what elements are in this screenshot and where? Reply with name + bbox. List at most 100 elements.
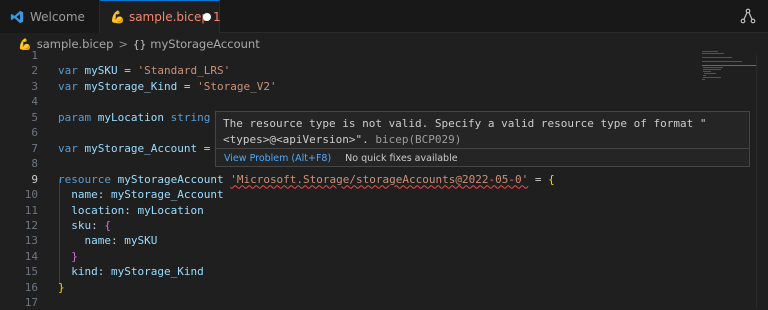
line-code: sku: { bbox=[58, 218, 111, 233]
tab-bar: Welcome 💪 sample.bicep 1 bbox=[0, 0, 768, 33]
line-code: location: myLocation bbox=[58, 203, 203, 218]
code-line[interactable]: 11 location: myLocation bbox=[0, 203, 700, 218]
code-token: name bbox=[84, 234, 112, 248]
minimap-line bbox=[703, 77, 721, 78]
code-line[interactable]: 10 name: myStorage_Account bbox=[0, 187, 700, 202]
tab-sample-bicep[interactable]: 💪 sample.bicep 1 bbox=[100, 0, 221, 33]
code-token: 'Microsoft.Storage/storageAccounts@2022-… bbox=[230, 172, 529, 186]
bicep-file-icon: 💪 bbox=[110, 10, 125, 24]
code-token: : bbox=[124, 203, 138, 217]
line-code: param myLocation string = bbox=[58, 110, 230, 125]
code-token: = bbox=[528, 172, 549, 186]
code-token: : bbox=[111, 234, 125, 248]
code-token: { bbox=[548, 172, 555, 186]
code-token: 'Storage_V2' bbox=[197, 79, 277, 93]
code-line[interactable]: 13 name: mySKU bbox=[0, 233, 700, 248]
minimap-line bbox=[703, 67, 723, 68]
line-number: 12 bbox=[24, 218, 38, 232]
code-token: = bbox=[177, 79, 198, 93]
line-code: } bbox=[58, 249, 78, 264]
code-token: { bbox=[104, 218, 111, 232]
line-number: 15 bbox=[24, 265, 38, 279]
line-code: resource myStorageAccount 'Microsoft.Sto… bbox=[58, 172, 555, 187]
hover-message: The resource type is not valid. Specify … bbox=[223, 116, 743, 148]
code-line[interactable]: 4 bbox=[0, 94, 700, 109]
line-number: 1 bbox=[31, 49, 38, 62]
code-token: myStorage_Account bbox=[84, 141, 198, 155]
code-token: name bbox=[71, 188, 98, 202]
error-hover-popup: The resource type is not valid. Specify … bbox=[215, 111, 750, 167]
line-code: var myStorage_Kind = 'Storage_V2' bbox=[58, 79, 277, 94]
code-token: mySKU bbox=[124, 234, 158, 248]
minimap-error-line bbox=[702, 65, 756, 66]
code-token: mySKU bbox=[84, 64, 118, 78]
view-problem-link[interactable]: View Problem (Alt+F8) bbox=[224, 153, 331, 164]
code-token: sku bbox=[71, 218, 92, 232]
code-line[interactable]: 1 bbox=[0, 48, 700, 63]
line-number: 4 bbox=[31, 95, 38, 109]
visualize-graph-icon[interactable] bbox=[740, 8, 756, 24]
error-message-text: The resource type is not valid. Specify … bbox=[223, 117, 707, 146]
minimap-line bbox=[702, 53, 724, 54]
code-token: location bbox=[71, 203, 125, 217]
line-code: var myStorage_Account = 's bbox=[58, 141, 230, 156]
line-number: 9 bbox=[31, 172, 38, 186]
code-token: } bbox=[58, 280, 65, 294]
code-token: 'Standard_LRS' bbox=[137, 64, 231, 78]
code-editor[interactable]: 1 2 var mySKU = 'Standard_LRS' 3 var myStora… bbox=[0, 48, 700, 309]
code-token: var bbox=[58, 64, 78, 78]
line-number: 10 bbox=[24, 188, 38, 202]
line-number: 16 bbox=[24, 280, 38, 294]
code-line[interactable]: 3 var myStorage_Kind = 'Storage_V2' bbox=[0, 79, 700, 94]
tab-label: Welcome bbox=[30, 9, 85, 24]
problem-count-badge: 1 bbox=[212, 10, 221, 24]
code-line[interactable]: 2 var mySKU = 'Standard_LRS' bbox=[0, 63, 700, 78]
tab-welcome[interactable]: Welcome bbox=[0, 0, 100, 33]
vertical-scrollbar[interactable] bbox=[756, 55, 768, 308]
minimap-line bbox=[703, 71, 711, 72]
code-token: = bbox=[117, 64, 138, 78]
minimap-line bbox=[702, 57, 732, 58]
error-source-code: bicep(BCP029) bbox=[368, 133, 462, 146]
line-code: name: mySKU bbox=[58, 233, 158, 248]
code-line[interactable]: 15 kind: myStorage_Kind bbox=[0, 264, 700, 279]
no-quick-fixes-text: No quick fixes available bbox=[345, 153, 458, 164]
line-number: 11 bbox=[24, 203, 38, 217]
code-token: resource bbox=[58, 172, 111, 186]
line-number: 6 bbox=[31, 126, 38, 140]
tab-label: sample.bicep bbox=[128, 10, 209, 24]
code-token: myStorage_Kind bbox=[111, 265, 204, 279]
code-line[interactable]: 14 } bbox=[0, 249, 700, 264]
code-token: : bbox=[91, 218, 105, 232]
hover-status-bar: View Problem (Alt+F8) No quick fixes ava… bbox=[216, 148, 749, 168]
code-line[interactable]: 12 sku: { bbox=[0, 218, 700, 233]
line-number: 14 bbox=[24, 249, 38, 263]
minimap-line bbox=[704, 73, 716, 74]
code-token: myStorage_Account bbox=[111, 188, 224, 202]
line-code: var mySKU = 'Standard_LRS' bbox=[58, 63, 230, 78]
minimap-line bbox=[702, 79, 705, 80]
line-number: 8 bbox=[31, 157, 38, 171]
line-number: 3 bbox=[31, 79, 38, 93]
line-code: name: myStorage_Account bbox=[58, 187, 224, 202]
minimap-line bbox=[703, 75, 706, 76]
code-token: myStorageAccount bbox=[117, 172, 224, 186]
code-line[interactable]: 9 resource myStorageAccount 'Microsoft.St… bbox=[0, 172, 700, 187]
code-token: myStorage_Kind bbox=[84, 79, 178, 93]
code-line[interactable]: 16} bbox=[0, 280, 700, 295]
unsaved-dot-icon[interactable] bbox=[203, 13, 211, 21]
code-token: : bbox=[97, 188, 111, 202]
minimap-line bbox=[702, 51, 718, 52]
code-token: kind bbox=[71, 265, 98, 279]
